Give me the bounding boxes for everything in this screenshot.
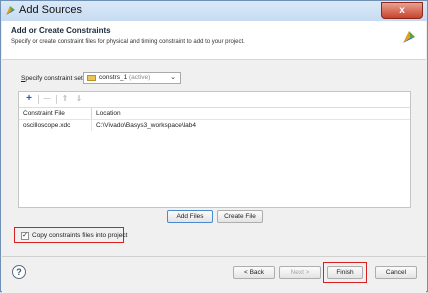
move-down-icon[interactable]: ⇓ bbox=[73, 93, 85, 105]
add-files-button[interactable]: Add Files bbox=[167, 210, 213, 223]
table-toolbar: + — ⇑ ⇓ bbox=[19, 92, 410, 108]
constraint-set-value: constrs_1 (active) bbox=[99, 74, 150, 81]
chevron-down-icon[interactable]: ⌄ bbox=[170, 73, 176, 81]
constraint-set-label-text: pecify constraint set: bbox=[25, 75, 85, 82]
copy-constraints-label[interactable]: Copy constraints files into project bbox=[32, 232, 127, 239]
constraint-set-active-tag: (active) bbox=[129, 74, 151, 81]
title-bar: Add Sources x bbox=[1, 1, 427, 21]
remove-icon[interactable]: — bbox=[41, 93, 53, 105]
toolbar-divider bbox=[38, 95, 39, 104]
cancel-button[interactable]: Cancel bbox=[375, 266, 417, 279]
close-button[interactable]: x bbox=[381, 2, 423, 19]
vivado-app-icon bbox=[6, 6, 15, 15]
vivado-logo-icon bbox=[403, 31, 415, 43]
move-up-icon[interactable]: ⇑ bbox=[59, 93, 71, 105]
constraint-set-select[interactable]: constrs_1 (active) ⌄ bbox=[83, 72, 181, 84]
table-header: Constraint File Location bbox=[19, 108, 410, 120]
column-header-location[interactable]: Location bbox=[96, 110, 121, 117]
create-file-button[interactable]: Create File bbox=[217, 210, 263, 223]
toolbar-divider bbox=[56, 95, 57, 104]
add-sources-dialog: Add Sources x Add or Create Constraints … bbox=[0, 0, 428, 293]
column-divider[interactable] bbox=[91, 108, 92, 119]
cell-location: C:\Vivado\Basys3_workspace\lab4 bbox=[96, 122, 196, 129]
folder-icon bbox=[87, 75, 96, 81]
finish-button[interactable]: Finish bbox=[327, 266, 363, 279]
constraint-files-panel: + — ⇑ ⇓ Constraint File Location oscillo… bbox=[18, 91, 411, 208]
wizard-header: Add or Create Constraints Specify or cre… bbox=[2, 21, 426, 60]
constraint-set-label: Specify constraint set: bbox=[21, 75, 85, 82]
page-subtitle: Specify or create constraint files for p… bbox=[11, 39, 245, 45]
next-button[interactable]: Next > bbox=[279, 266, 321, 279]
constraint-set-name: constrs_1 bbox=[99, 74, 128, 81]
table-row[interactable]: oscilloscope.xdc C:\Vivado\Basys3_worksp… bbox=[19, 120, 410, 131]
window-title: Add Sources bbox=[19, 4, 82, 16]
back-button[interactable]: < Back bbox=[233, 266, 275, 279]
column-header-constraint-file[interactable]: Constraint File bbox=[23, 110, 65, 117]
wizard-footer: ? < Back Next > Finish Cancel bbox=[2, 256, 426, 293]
copy-constraints-checkbox[interactable]: ✓ bbox=[21, 232, 29, 240]
page-title: Add or Create Constraints bbox=[11, 26, 111, 35]
help-icon[interactable]: ? bbox=[12, 265, 26, 279]
column-divider bbox=[91, 120, 92, 131]
add-icon[interactable]: + bbox=[23, 93, 35, 105]
cell-constraint-file: oscilloscope.xdc bbox=[23, 122, 71, 129]
